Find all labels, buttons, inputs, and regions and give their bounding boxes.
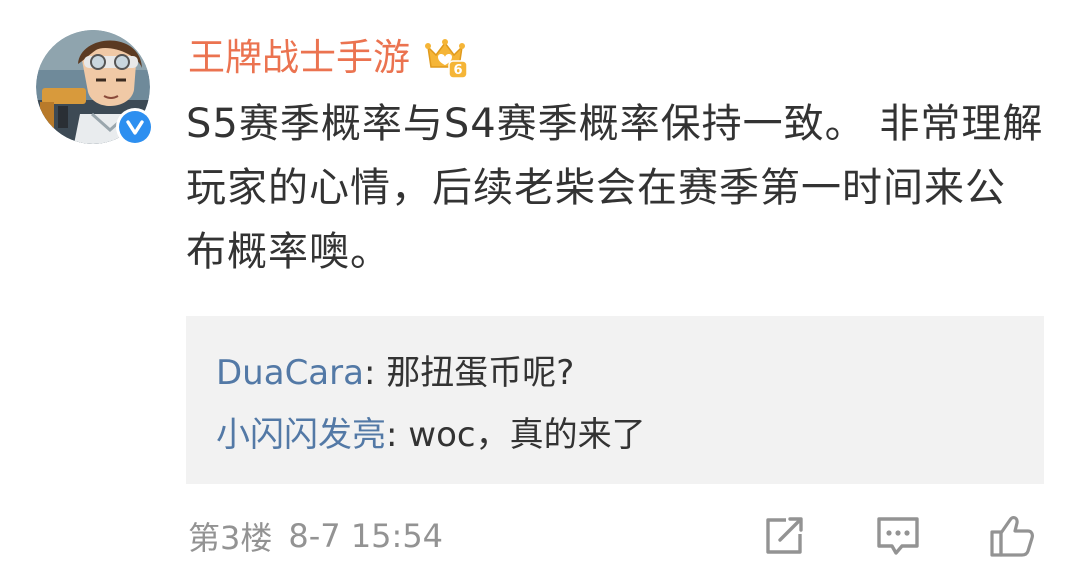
verified-badge-icon: [116, 108, 154, 146]
reply-item[interactable]: 小闪闪发亮: woc，真的来了: [216, 404, 1044, 466]
reply-text: 那扭蛋币呢?: [386, 353, 575, 393]
comment-icon: [877, 517, 919, 555]
action-bar: [694, 512, 1036, 560]
like-icon: [990, 516, 1034, 557]
reply-item[interactable]: DuaCara: 那扭蛋币呢?: [216, 342, 1044, 404]
floor-number: 第3楼: [188, 519, 273, 557]
like-button[interactable]: [988, 512, 1036, 560]
timestamp: 8-7 15:54: [288, 517, 444, 555]
reply-box[interactable]: DuaCara: 那扭蛋币呢? 小闪闪发亮: woc，真的来了: [186, 316, 1044, 484]
crown-vip-icon[interactable]: 6: [422, 37, 468, 79]
reply-username[interactable]: 小闪闪发亮: [216, 415, 386, 455]
reply-text: woc，真的来了: [408, 415, 646, 455]
avatar[interactable]: [36, 30, 154, 146]
username-row: 王牌战士手游 6: [188, 32, 468, 84]
comment-text: S5赛季概率与S4赛季概率保持一致。 非常理解玩家的心情，后续老柴会在赛季第一时…: [186, 101, 1044, 275]
comment-meta: 第3楼 8-7 15:54: [188, 512, 443, 560]
reply-separator: :: [363, 353, 387, 393]
share-icon: [766, 517, 803, 554]
vip-level: 6: [453, 63, 462, 78]
reply-separator: :: [386, 415, 409, 455]
reply-username[interactable]: DuaCara: [216, 353, 364, 393]
username[interactable]: 王牌战士手游: [188, 32, 410, 84]
comment-button[interactable]: [874, 512, 922, 560]
comment-card: 王牌战士手游 6 S5赛季概率与S4赛季概率保持一致。 非常理解玩家的心情，后续…: [0, 0, 1080, 572]
share-button[interactable]: [760, 512, 808, 560]
